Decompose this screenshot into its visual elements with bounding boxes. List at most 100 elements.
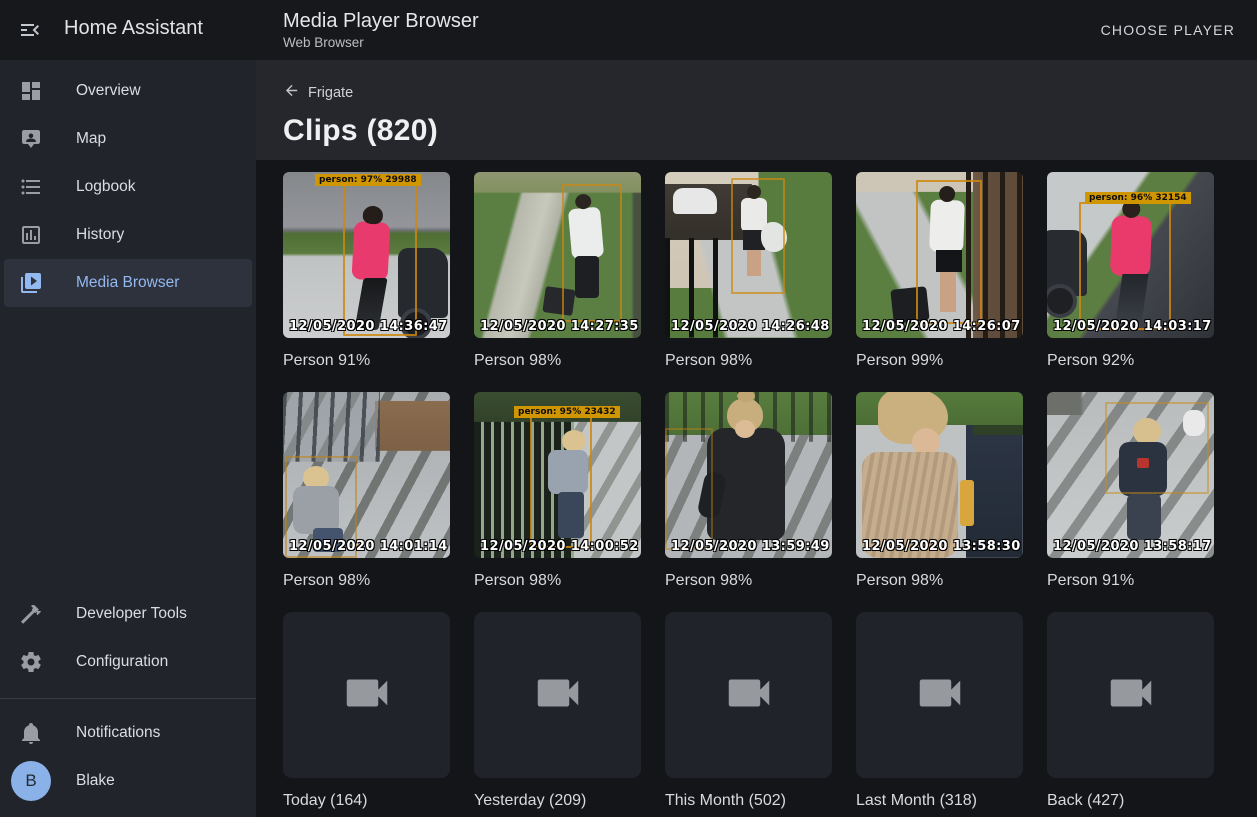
media-grid: person: 97% 29988 12/05/2020 14:36:47 Pe… — [256, 160, 1257, 810]
folder-card-today[interactable]: Today (164) — [283, 612, 450, 810]
folder-tile — [856, 612, 1023, 778]
clip-card-6[interactable]: 12/05/2020 14:01:14 Person 98% — [283, 392, 450, 590]
clip-thumbnail: 12/05/2020 14:26:07 — [856, 172, 1023, 338]
sidebar-item-media-browser[interactable]: Media Browser — [4, 259, 252, 307]
detection-bounding-box — [1079, 202, 1171, 330]
clip-caption: Person 99% — [856, 351, 1023, 370]
media-browser-content: Frigate Clips (820) person: 97% 29988 12… — [256, 60, 1257, 817]
breadcrumb-back-frigate[interactable]: Frigate — [283, 60, 353, 103]
sidebar-item-label: Developer Tools — [76, 605, 187, 623]
clip-card-7[interactable]: person: 95% 23432 12/05/2020 14:00:52 Pe… — [474, 392, 641, 590]
clip-row-2: 12/05/2020 14:01:14 Person 98% person: 9… — [283, 392, 1257, 590]
play-box-multiple-icon — [19, 271, 43, 295]
thumbnail-art-shape — [727, 398, 763, 432]
view-dashboard-icon — [19, 79, 43, 103]
sidebar-item-label: Logbook — [76, 178, 135, 196]
detection-bounding-box — [665, 428, 713, 550]
clip-caption: Person 91% — [1047, 571, 1214, 590]
sidebar-divider — [0, 698, 256, 699]
user-name-label: Blake — [76, 772, 115, 790]
clip-card-1[interactable]: person: 97% 29988 12/05/2020 14:36:47 Pe… — [283, 172, 450, 370]
clip-card-3[interactable]: 12/05/2020 14:26:48 Person 98% — [665, 172, 832, 370]
clip-card-2[interactable]: 12/05/2020 14:27:35 Person 98% — [474, 172, 641, 370]
clip-timestamp: 12/05/2020 13:59:49 — [671, 539, 830, 554]
folder-label: Back (427) — [1047, 791, 1214, 810]
folder-card-this-month[interactable]: This Month (502) — [665, 612, 832, 810]
detection-label: person: 96% 32154 — [1085, 192, 1191, 204]
detection-bounding-box — [1105, 402, 1209, 494]
clip-caption: Person 98% — [283, 571, 450, 590]
sidebar-item-configuration[interactable]: Configuration — [4, 638, 252, 686]
folder-card-last-month[interactable]: Last Month (318) — [856, 612, 1023, 810]
clip-thumbnail: 12/05/2020 14:01:14 — [283, 392, 450, 558]
sidebar-item-notifications[interactable]: Notifications — [4, 709, 252, 757]
view-title: Media Player Browser — [283, 8, 479, 34]
detection-label: person: 95% 23432 — [514, 406, 620, 418]
sidebar-item-history[interactable]: History — [4, 211, 252, 259]
clip-card-4[interactable]: 12/05/2020 14:26:07 Person 99% — [856, 172, 1023, 370]
sidebar-item-developer-tools[interactable]: Developer Tools — [4, 590, 252, 638]
folder-card-yesterday[interactable]: Yesterday (209) — [474, 612, 641, 810]
clip-caption: Person 98% — [474, 571, 641, 590]
clip-timestamp: 12/05/2020 13:58:17 — [1053, 539, 1212, 554]
clip-timestamp: 12/05/2020 14:36:47 — [289, 319, 448, 334]
detection-bounding-box — [731, 178, 785, 294]
folder-tile — [665, 612, 832, 778]
clip-caption: Person 98% — [665, 351, 832, 370]
clip-thumbnail: 12/05/2020 14:27:35 — [474, 172, 641, 338]
detection-bounding-box — [562, 184, 622, 322]
folder-tile — [1047, 612, 1214, 778]
sidebar-item-map[interactable]: Map — [4, 115, 252, 163]
list-bulleted-icon — [19, 175, 43, 199]
hammer-icon — [19, 602, 43, 626]
clip-thumbnail: person: 95% 23432 12/05/2020 14:00:52 — [474, 392, 641, 558]
clip-timestamp: 12/05/2020 14:03:17 — [1053, 319, 1212, 334]
detection-bounding-box — [343, 182, 417, 336]
detection-bounding-box — [530, 416, 592, 548]
gear-icon — [19, 650, 43, 674]
clip-caption: Person 92% — [1047, 351, 1214, 370]
sidebar-item-logbook[interactable]: Logbook — [4, 163, 252, 211]
folder-label: This Month (502) — [665, 791, 832, 810]
folder-row: Today (164) Yesterday (209) This Month (… — [283, 612, 1257, 810]
folder-label: Last Month (318) — [856, 791, 1023, 810]
view-header: Media Player Browser Web Browser — [283, 8, 479, 52]
home-assistant-app: Home Assistant Media Player Browser Web … — [0, 0, 1257, 817]
clip-thumbnail: 12/05/2020 13:58:30 — [856, 392, 1023, 558]
clip-timestamp: 12/05/2020 14:01:14 — [289, 539, 448, 554]
choose-player-button[interactable]: CHOOSE PLAYER — [1093, 14, 1243, 46]
sidebar-item-overview[interactable]: Overview — [4, 67, 252, 115]
folder-card-back[interactable]: Back (427) — [1047, 612, 1214, 810]
sidebar-tools-group: Developer Tools Configuration — [0, 590, 256, 686]
sidebar-toggle-button[interactable] — [12, 12, 48, 48]
video-camera-icon — [531, 666, 585, 725]
menu-open-icon — [18, 18, 42, 42]
sidebar-item-label: Configuration — [76, 653, 168, 671]
clip-timestamp: 12/05/2020 14:27:35 — [480, 319, 639, 334]
detection-label: person: 97% 29988 — [315, 174, 421, 186]
top-app-bar: Home Assistant Media Player Browser Web … — [0, 0, 1257, 60]
clip-thumbnail: 12/05/2020 14:26:48 — [665, 172, 832, 338]
clip-card-8[interactable]: 12/05/2020 13:59:49 Person 98% — [665, 392, 832, 590]
user-avatar: B — [11, 761, 51, 801]
video-camera-icon — [340, 666, 394, 725]
sidebar-item-label: History — [76, 226, 124, 244]
clip-thumbnail: 12/05/2020 13:59:49 — [665, 392, 832, 558]
map-marker-account-icon — [19, 127, 43, 151]
folder-tile — [474, 612, 641, 778]
clip-timestamp: 12/05/2020 14:26:48 — [671, 319, 830, 334]
sidebar-item-user-profile[interactable]: B Blake — [4, 757, 252, 805]
sidebar-item-label: Notifications — [76, 724, 160, 742]
folder-label: Today (164) — [283, 791, 450, 810]
folder-tile — [283, 612, 450, 778]
breadcrumb-label: Frigate — [308, 85, 353, 101]
clip-card-5[interactable]: person: 96% 32154 12/05/2020 14:03:17 Pe… — [1047, 172, 1214, 370]
clip-caption: Person 98% — [474, 351, 641, 370]
clip-card-10[interactable]: 12/05/2020 13:58:17 Person 91% — [1047, 392, 1214, 590]
clip-caption: Person 98% — [856, 571, 1023, 590]
video-camera-icon — [1104, 666, 1158, 725]
clip-card-9[interactable]: 12/05/2020 13:58:30 Person 98% — [856, 392, 1023, 590]
clip-thumbnail: person: 96% 32154 12/05/2020 14:03:17 — [1047, 172, 1214, 338]
arrow-left-icon — [283, 82, 300, 103]
video-camera-icon — [722, 666, 776, 725]
